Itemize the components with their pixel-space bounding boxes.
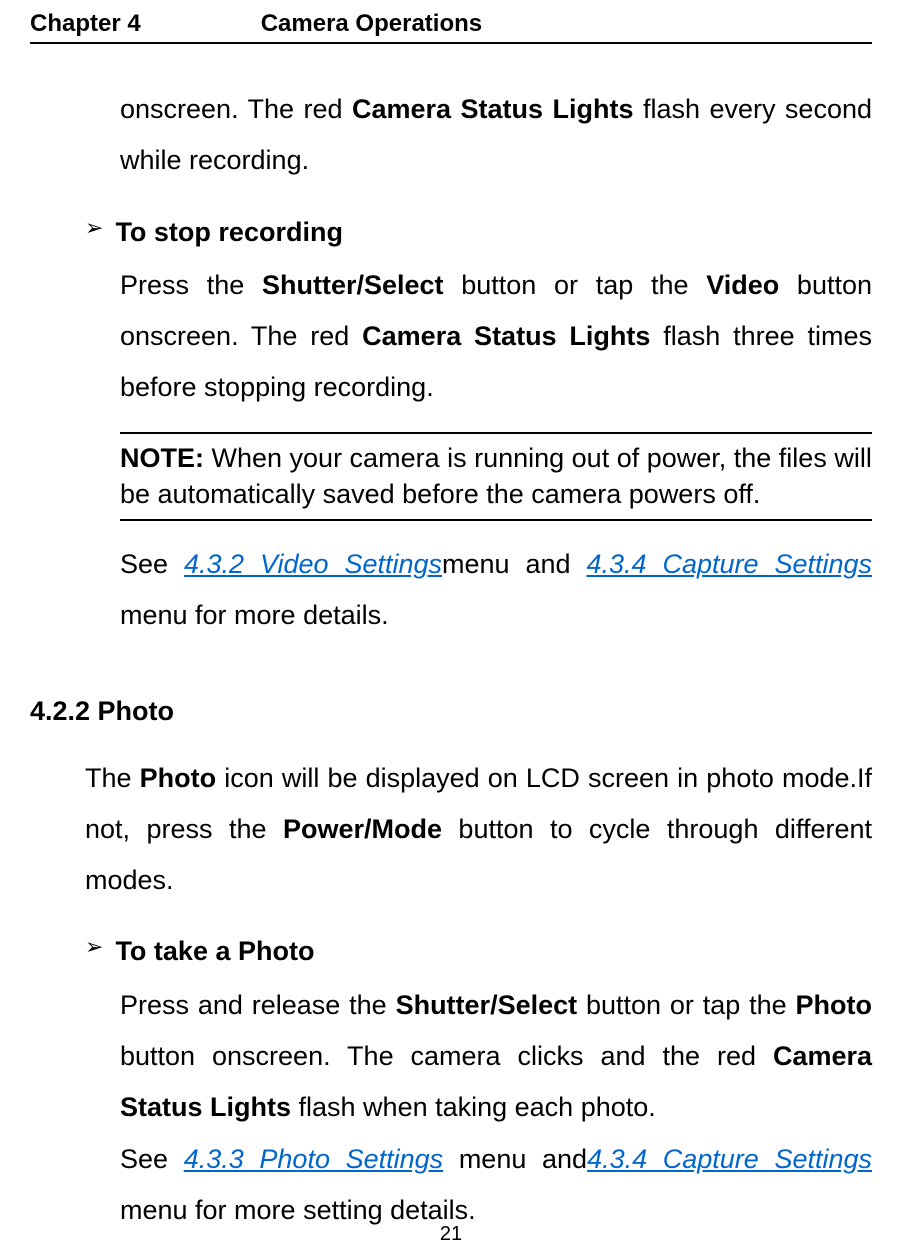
paragraph: See 4.3.2 Video Settingsmenu and 4.3.4 C… bbox=[120, 539, 872, 642]
note-text: When your camera is running out of power… bbox=[120, 443, 872, 509]
bold-text: Shutter/Select bbox=[396, 990, 578, 1020]
bullet-label: To take a Photo bbox=[115, 926, 314, 977]
bold-text: Video bbox=[706, 270, 779, 300]
text: The bbox=[85, 763, 140, 793]
text: flash when taking each photo. bbox=[291, 1092, 656, 1122]
text: Press and release the bbox=[120, 990, 396, 1020]
paragraph: See 4.3.3 Photo Settings menu and4.3.4 C… bbox=[120, 1134, 872, 1237]
paragraph-continuation: onscreen. The red Camera Status Lights f… bbox=[120, 84, 872, 187]
bold-text: Photo bbox=[140, 763, 216, 793]
body-content: onscreen. The red Camera Status Lights f… bbox=[30, 84, 872, 1236]
note-box: NOTE: When your camera is running out of… bbox=[120, 432, 872, 521]
text: button or tap the bbox=[577, 990, 795, 1020]
link-photo-settings[interactable]: 4.3.3 Photo Settings bbox=[184, 1144, 443, 1174]
bold-text: Camera Status Lights bbox=[362, 321, 650, 351]
bullet-heading: ➢ To take a Photo bbox=[85, 926, 872, 977]
chapter-label: Chapter 4 bbox=[30, 10, 141, 38]
bullet-icon: ➢ bbox=[85, 207, 103, 258]
document-page: Chapter 4 Camera Operations onscreen. Th… bbox=[0, 0, 902, 1256]
page-header: Chapter 4 Camera Operations bbox=[30, 10, 872, 44]
bold-text: Camera Status Lights bbox=[352, 94, 633, 124]
text: menu and bbox=[443, 1144, 587, 1174]
bold-text: Shutter/Select bbox=[262, 270, 444, 300]
text: button onscreen. The camera clicks and t… bbox=[120, 1041, 773, 1071]
link-capture-settings[interactable]: 4.3.4 Capture Settings bbox=[587, 1144, 872, 1174]
text: menu and bbox=[442, 549, 586, 579]
bullet-icon: ➢ bbox=[85, 926, 103, 977]
bold-text: Power/Mode bbox=[283, 814, 442, 844]
text: See bbox=[120, 1144, 184, 1174]
link-video-settings[interactable]: 4.3.2 Video Settings bbox=[184, 549, 442, 579]
note-label: NOTE: bbox=[120, 443, 204, 473]
bullet-heading: ➢ To stop recording bbox=[85, 207, 872, 258]
text: menu for more setting details. bbox=[120, 1195, 476, 1225]
paragraph: Press and release the Shutter/Select but… bbox=[120, 980, 872, 1134]
chapter-title: Camera Operations bbox=[261, 10, 482, 38]
link-capture-settings[interactable]: 4.3.4 Capture Settings bbox=[586, 549, 872, 579]
bold-text: Photo bbox=[796, 990, 872, 1020]
section-heading: 4.2.2 Photo bbox=[30, 686, 872, 737]
paragraph: Press the Shutter/Select button or tap t… bbox=[120, 260, 872, 414]
page-number: 21 bbox=[0, 1223, 902, 1246]
text: See bbox=[120, 549, 184, 579]
text: menu for more details. bbox=[120, 600, 389, 630]
paragraph: The Photo icon will be displayed on LCD … bbox=[85, 753, 872, 907]
text: onscreen. The red bbox=[120, 94, 352, 124]
bullet-label: To stop recording bbox=[115, 207, 343, 258]
text: Press the bbox=[120, 270, 262, 300]
text: button or tap the bbox=[444, 270, 707, 300]
